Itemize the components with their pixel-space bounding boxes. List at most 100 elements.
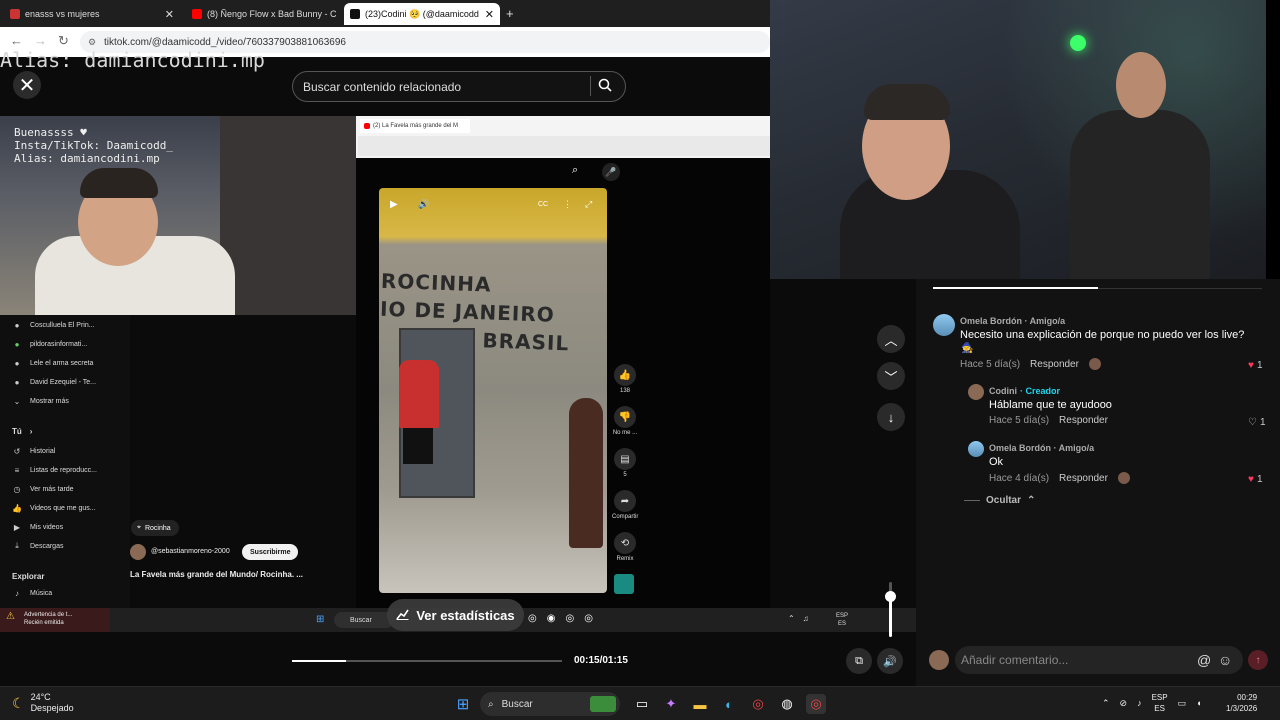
back-icon[interactable]: ← [10, 33, 23, 48]
comment-like[interactable]: ♥ 1 [1248, 474, 1263, 485]
close-tab-icon[interactable]: ✕ [165, 8, 174, 21]
avatar[interactable] [968, 441, 984, 457]
like-count: 1 [1256, 474, 1263, 485]
chrome-active-icon[interactable]: ◎ [806, 694, 826, 714]
forward-icon[interactable]: → [34, 33, 47, 48]
avatar[interactable] [968, 384, 984, 400]
system-tray: ⌃ ⊘ ♪ ESP ES ▭ ◖ [1102, 692, 1202, 714]
search-icon[interactable] [598, 78, 612, 95]
copilot-icon[interactable]: ✦ [661, 694, 681, 714]
speaker-icon[interactable]: ◖ [1196, 698, 1201, 708]
taskbar-search[interactable]: ⌕ Buscar [480, 692, 620, 716]
inner-you-item: ⤓ Descargas [12, 541, 63, 551]
history-icon: ↺ [13, 446, 21, 456]
location-pin-icon: ⌖ [137, 524, 141, 531]
start-button[interactable]: ⊞ [453, 694, 473, 714]
inner-sub-item: ● Lele el arma secreta [12, 358, 94, 368]
reply-button[interactable]: Responder [1059, 415, 1108, 426]
volume-handle[interactable] [885, 590, 896, 602]
inner-sub-item: ● pildorasinformati... [12, 339, 88, 349]
creator-badge: · Creador [1020, 386, 1061, 396]
green-light [1070, 35, 1086, 51]
cam-overlay-text: Buenassss ♥ Insta/TikTok: Daamicodd_ Ali… [14, 126, 173, 165]
browser-tab-2[interactable]: (8) Ñengo Flow x Bad Bunny - C ✕ [186, 3, 338, 25]
video-icon: ▶ [13, 522, 21, 532]
reply-button[interactable]: Responder [1030, 359, 1079, 370]
inner-lang-sub: ES [838, 621, 847, 627]
mention-icon[interactable]: @ [1197, 652, 1211, 668]
close-video-button[interactable]: ✕ [13, 71, 41, 99]
inner-more-icon: ⋮ [563, 199, 572, 209]
next-video-button[interactable]: ﹀ [877, 362, 905, 390]
section-label: Tú [12, 427, 22, 436]
tab-label: enasss vs mujeres [25, 9, 100, 19]
previous-video-button[interactable]: ︿ [877, 325, 905, 353]
thumbs-up-icon: 👍 [12, 503, 22, 513]
volume-level [889, 595, 892, 637]
inner-short-title: La Favela más grande del Mundo/ Rocinha.… [130, 570, 303, 579]
weather-widget[interactable]: ☾ 24°C Despejado [12, 692, 74, 714]
inner-channel-name: @sebastianmoreno-2000 [151, 548, 230, 555]
close-tab-icon[interactable]: ✕ [485, 8, 494, 21]
avatar[interactable] [933, 314, 955, 336]
speaker-icon: 🔊 [883, 655, 897, 668]
comment-author[interactable]: Omela Bordón · Amigo/a [960, 316, 1065, 326]
youtube-icon [192, 9, 202, 19]
mute-button[interactable]: 🔊 [877, 648, 903, 674]
sticker-icon: 🧙 [961, 343, 974, 354]
inner-address-bar [358, 136, 770, 156]
view-stats-button[interactable]: Ver estadísticas [387, 599, 524, 631]
send-comment-button[interactable]: ↑ [1248, 650, 1268, 670]
chevron-down-icon: ﹀ [884, 369, 898, 385]
inner-location-chip: ⌖ Rocinha [131, 520, 179, 536]
app-icon[interactable]: ◍ [777, 694, 797, 714]
hide-replies-button[interactable]: Ocultar ⌃ [964, 495, 1035, 506]
progress-fill [292, 660, 346, 662]
comments-tab-indicator [933, 287, 1098, 289]
system-clock[interactable]: 00:29 1/3/2026 [1226, 692, 1257, 714]
inner-start-icon: ⊞ [316, 614, 325, 625]
related-search-input[interactable]: Buscar contenido relacionado [292, 71, 626, 102]
share-icon: ➦ [614, 490, 636, 512]
comment-like[interactable]: ♡ 1 [1248, 417, 1266, 428]
comment-meta: Hace 5 día(s) Responder [989, 415, 1108, 426]
display-icon[interactable]: ▭ [1178, 698, 1187, 709]
miniplayer-button[interactable]: ⧉ [846, 648, 872, 674]
language-indicator[interactable]: ESP ES [1152, 692, 1168, 714]
author-name: Codini [989, 386, 1017, 396]
site-info-icon[interactable]: ⚙ [88, 37, 96, 48]
scroll-down-button[interactable]: ↓ [877, 403, 905, 431]
comment-icon: ▤ [614, 448, 636, 470]
browser-tab-3[interactable]: (23)Codini 🥺 (@daamicodd ✕ [344, 3, 500, 25]
search-icon: ⌕ [488, 698, 494, 710]
comment-author[interactable]: Omela Bordón · Amigo/a [989, 443, 1094, 453]
reply-button[interactable]: Responder [1059, 473, 1108, 484]
emoji-icon[interactable]: ☺ [1218, 652, 1232, 668]
steam-icon: ◉ [546, 613, 556, 624]
inner-remix-label: Remix [616, 556, 634, 562]
chrome-icon[interactable]: ◎ [748, 694, 768, 714]
taskbar-search-label: Buscar [501, 698, 533, 710]
inner-short-video [379, 188, 607, 593]
comment-text: Ok [989, 456, 1004, 468]
search-placeholder: Buscar contenido relacionado [303, 79, 462, 94]
task-view-icon[interactable]: ▭ [632, 694, 652, 714]
url-text: tiktok.com/@daamicodd_/video/76033790388… [104, 36, 346, 48]
file-explorer-icon[interactable]: ▬ [690, 694, 710, 714]
network-off-icon[interactable]: ⊘ [1120, 698, 1128, 709]
mic-icon: ♫ [802, 614, 809, 623]
new-tab-button[interactable]: + [506, 6, 514, 21]
search-highlight-icon [590, 696, 616, 712]
edge-icon[interactable]: ◐ [719, 694, 739, 714]
person1-hair [864, 84, 950, 120]
inner-search-icon: ⌕ [572, 164, 579, 176]
browser-tab-1[interactable]: enasss vs mujeres ✕ [4, 3, 180, 25]
comment-like[interactable]: ♥ 1 [1248, 360, 1263, 371]
reload-icon[interactable]: ↻ [58, 33, 69, 49]
comment-author[interactable]: Codini · Creador [989, 386, 1060, 396]
mic-icon[interactable]: ♪ [1137, 698, 1142, 708]
inner-you-item: ↺ Historial [12, 446, 56, 456]
chevron-up-icon[interactable]: ⌃ [1102, 698, 1110, 709]
clock-time: 00:29 [1237, 693, 1258, 702]
inner-audio-thumb [614, 574, 634, 594]
